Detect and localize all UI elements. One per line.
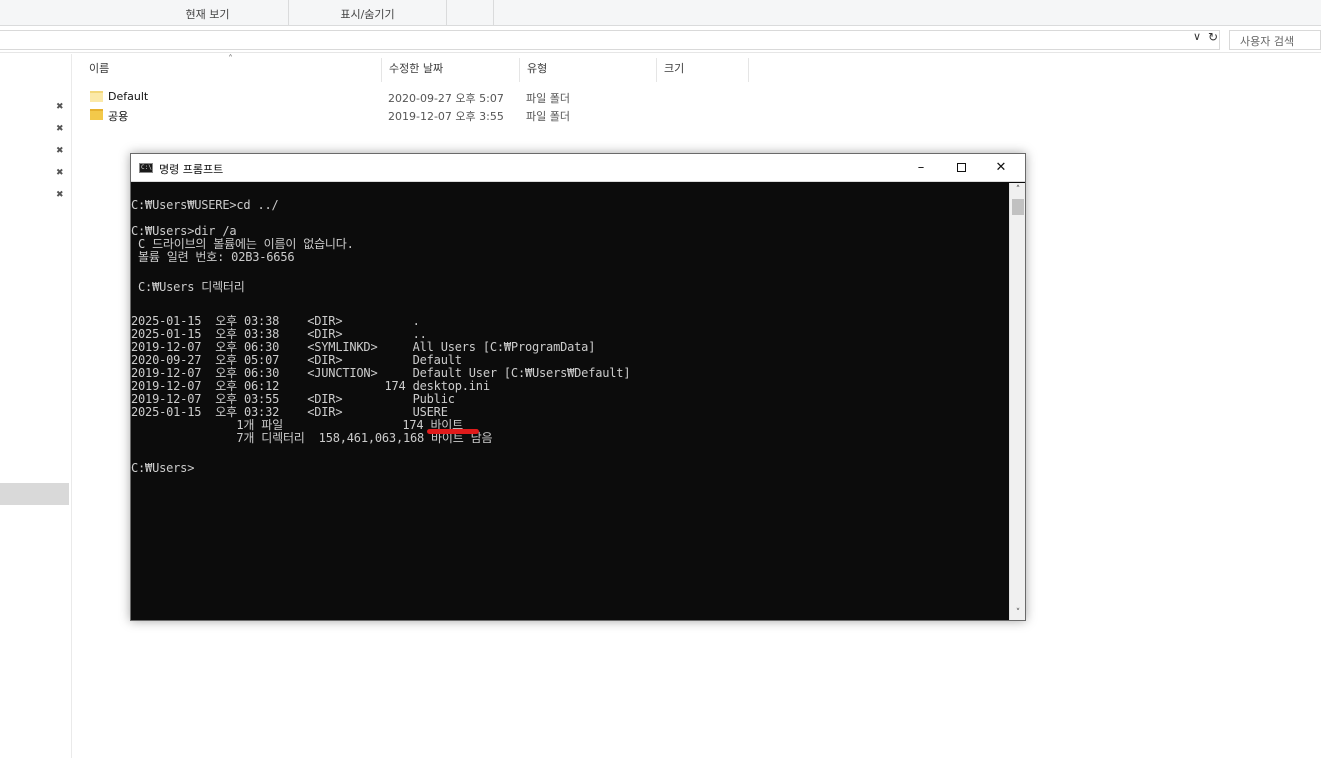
scroll-down-icon[interactable]: ˅ — [1010, 606, 1026, 620]
close-button[interactable]: ✕ — [981, 154, 1021, 182]
command-prompt-window: C:\ 명령 프롬프트 – ✕ C:₩Users₩USERE>cd ../ C:… — [130, 153, 1026, 621]
console-line: 볼륨 일련 번호: 02B3-6656 — [131, 250, 295, 264]
pin-icon[interactable]: ✖ — [56, 124, 66, 134]
column-header-date[interactable]: 수정한 날짜 — [389, 60, 443, 76]
file-date: 2020-09-27 오후 5:07 — [388, 92, 504, 105]
pin-icon[interactable]: ✖ — [56, 168, 66, 178]
navigation-pane: ✖ ✖ ✖ ✖ ✖ — [0, 54, 72, 758]
red-annotation-underline — [427, 429, 479, 434]
chevron-down-icon[interactable]: ∨ — [1193, 30, 1201, 43]
address-row: ∨ ↻ 사용자 검색 — [0, 27, 1321, 53]
address-bar[interactable] — [0, 30, 1220, 50]
search-input[interactable]: 사용자 검색 — [1229, 30, 1321, 50]
pin-icon[interactable]: ✖ — [56, 146, 66, 156]
console-line: C:₩Users> — [131, 461, 195, 475]
file-row[interactable]: 공용 2019-12-07 오후 3:55 파일 폴더 — [90, 107, 610, 124]
window-title: 명령 프롬프트 — [159, 163, 224, 176]
ribbon: 현재 보기 표시/숨기기 — [0, 0, 1321, 26]
file-row[interactable]: Default 2020-09-27 오후 5:07 파일 폴더 — [90, 89, 610, 106]
cmd-app-icon[interactable]: C:\ — [139, 163, 153, 173]
ribbon-group-show-hide: 표시/숨기기 — [289, 0, 447, 26]
maximize-icon — [956, 163, 966, 172]
ribbon-group-extra — [447, 0, 494, 26]
file-name: 공용 — [108, 110, 129, 123]
vertical-scrollbar[interactable]: ˄ ˅ — [1009, 183, 1025, 620]
maximize-button[interactable] — [941, 154, 981, 182]
column-divider[interactable] — [656, 58, 657, 82]
ribbon-group-label: 표시/숨기기 — [340, 8, 395, 21]
file-type: 파일 폴더 — [526, 92, 570, 105]
console-output[interactable]: C:₩Users₩USERE>cd ../ C:₩Users>dir /a C … — [131, 183, 1009, 620]
scroll-thumb[interactable] — [1012, 199, 1024, 215]
scroll-up-icon[interactable]: ˄ — [1010, 183, 1026, 197]
column-divider[interactable] — [381, 58, 382, 82]
sort-ascending-icon: ˄ — [228, 54, 233, 65]
folder-icon — [90, 91, 103, 102]
minimize-button[interactable]: – — [901, 154, 941, 182]
column-divider[interactable] — [748, 58, 749, 82]
pin-icon[interactable]: ✖ — [56, 190, 66, 200]
pin-icon[interactable]: ✖ — [56, 102, 66, 112]
column-header-name[interactable]: 이름 — [89, 60, 109, 76]
column-header-size[interactable]: 크기 — [664, 60, 684, 76]
ribbon-group-current-view: 현재 보기 — [127, 0, 289, 26]
folder-icon — [90, 109, 103, 120]
file-name: Default — [108, 90, 149, 103]
column-header-type[interactable]: 유형 — [527, 60, 547, 76]
file-type: 파일 폴더 — [526, 110, 570, 123]
console-line: C:₩Users₩USERE>cd ../ — [131, 198, 279, 212]
cmd-titlebar[interactable]: C:\ 명령 프롬프트 – ✕ — [131, 154, 1025, 182]
file-date: 2019-12-07 오후 3:55 — [388, 110, 504, 123]
column-divider[interactable] — [519, 58, 520, 82]
console-line: C:₩Users 디렉터리 — [131, 280, 245, 294]
ribbon-group-label: 현재 보기 — [185, 8, 230, 21]
refresh-icon[interactable]: ↻ — [1208, 30, 1218, 44]
nav-selected-item[interactable] — [0, 483, 69, 505]
